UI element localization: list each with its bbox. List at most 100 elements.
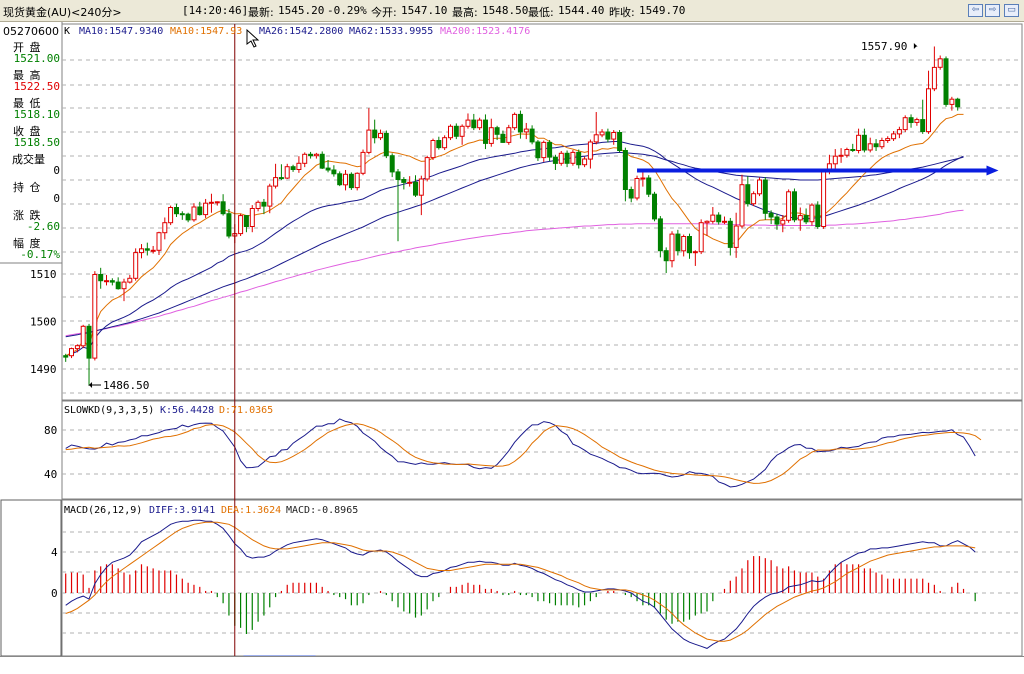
candle-body xyxy=(197,206,203,216)
low-annotation: 1486.50 xyxy=(103,379,149,392)
candle-body xyxy=(156,232,162,251)
candle-body xyxy=(162,222,168,234)
candle-body xyxy=(255,201,261,210)
legend-ma200: MA200:1523.4176 xyxy=(440,26,530,37)
candle-body xyxy=(354,172,360,189)
candle-body xyxy=(564,152,570,164)
kd-lines xyxy=(65,418,982,488)
candle-body xyxy=(902,117,908,131)
candle-body xyxy=(727,220,733,248)
high-annotation: 1557.90 xyxy=(861,40,907,53)
candle-body xyxy=(139,248,144,254)
ma26-polyline xyxy=(65,141,964,357)
candle-body xyxy=(401,179,407,183)
position-label: 持 仓 xyxy=(13,181,42,194)
candle-body xyxy=(955,98,961,108)
candle-body xyxy=(552,156,558,164)
candle-body xyxy=(436,140,442,149)
candle-body xyxy=(284,166,290,179)
candle-body xyxy=(599,131,605,136)
ma200-line xyxy=(65,209,964,337)
candle-body xyxy=(442,137,448,149)
candle-body xyxy=(395,171,401,180)
candle-body xyxy=(593,134,599,143)
candle-body xyxy=(453,125,459,137)
price-chart[interactable]: 1490150015104080040520252706020408101416… xyxy=(0,0,1024,674)
legend-macd-dea: DEA:1.3624 xyxy=(221,505,281,516)
candle-body xyxy=(856,134,862,152)
ma10-polyline xyxy=(65,113,964,357)
candle-body xyxy=(185,213,191,221)
candle-body xyxy=(611,132,617,140)
candle-body xyxy=(926,88,931,133)
candle-body xyxy=(226,213,232,237)
candle-body xyxy=(873,143,879,148)
candle-body xyxy=(681,236,687,252)
candle-body xyxy=(885,138,891,142)
time-axis-bar xyxy=(0,656,1024,674)
candle-body xyxy=(622,150,628,190)
candle-body xyxy=(378,132,383,139)
ma200-polyline xyxy=(65,209,964,337)
candle-body xyxy=(238,215,244,235)
legend-macd-value: MACD:-0.8965 xyxy=(286,505,358,516)
candle-body xyxy=(506,127,512,143)
candle-body xyxy=(483,119,488,144)
macd-lines xyxy=(65,519,976,649)
amplitude-value: -0.17% xyxy=(20,248,60,261)
candle-body xyxy=(512,113,518,129)
candle-body xyxy=(529,128,535,143)
candle-body xyxy=(80,325,86,347)
candle-body xyxy=(669,233,675,262)
candle-body xyxy=(383,132,389,157)
prev-arrow-icon[interactable]: ⇦ xyxy=(968,4,983,17)
low-marker-head xyxy=(89,382,93,388)
candle-body xyxy=(762,179,768,214)
candle-body xyxy=(494,127,500,135)
candle-body xyxy=(535,141,541,159)
kd-panel-frame xyxy=(61,400,1023,500)
candle-body xyxy=(471,119,477,129)
candle-body xyxy=(891,133,897,140)
bar-code: 05270600 xyxy=(3,25,59,38)
candle-body xyxy=(663,250,669,262)
candle-body xyxy=(214,201,220,204)
window-toggle-icon[interactable]: ▭ xyxy=(1004,4,1019,17)
candle-body xyxy=(815,204,821,228)
candle-body xyxy=(267,185,273,207)
candle-body xyxy=(413,181,418,196)
candle-body xyxy=(63,355,69,358)
candle-body xyxy=(109,280,115,283)
ma62-line xyxy=(65,151,964,338)
candle-body xyxy=(774,216,780,225)
candle-body xyxy=(786,191,792,221)
candle-body xyxy=(931,66,937,90)
candle-body xyxy=(739,184,745,227)
candle-body xyxy=(86,325,92,359)
candle-body xyxy=(698,222,704,253)
quote-latest: 1545.20 xyxy=(278,4,325,17)
candle-body xyxy=(477,119,483,129)
candle-body xyxy=(517,113,523,133)
quote-latest-label: 最新: xyxy=(248,6,274,19)
candle-body xyxy=(448,125,453,139)
candle-body xyxy=(582,158,588,166)
next-arrow-icon[interactable]: ⇨ xyxy=(985,4,1000,17)
candle-body xyxy=(343,173,348,186)
legend-k: K xyxy=(64,26,70,37)
kd-k-line xyxy=(65,418,976,488)
mouse-cursor-icon xyxy=(246,28,260,48)
candle-body xyxy=(908,117,914,123)
candle-body xyxy=(278,177,284,180)
candle-body xyxy=(879,140,885,148)
candle-body xyxy=(337,173,343,186)
quote-prev-label: 昨收: xyxy=(609,6,635,19)
quote-time: [14:20:46] xyxy=(182,4,249,17)
candle-body xyxy=(657,218,663,252)
candle-body xyxy=(826,163,832,173)
candle-body xyxy=(92,274,98,359)
candle-body xyxy=(914,119,920,123)
candle-body xyxy=(459,125,465,137)
annotations xyxy=(88,24,999,656)
quote-low: 1544.40 xyxy=(558,4,605,17)
